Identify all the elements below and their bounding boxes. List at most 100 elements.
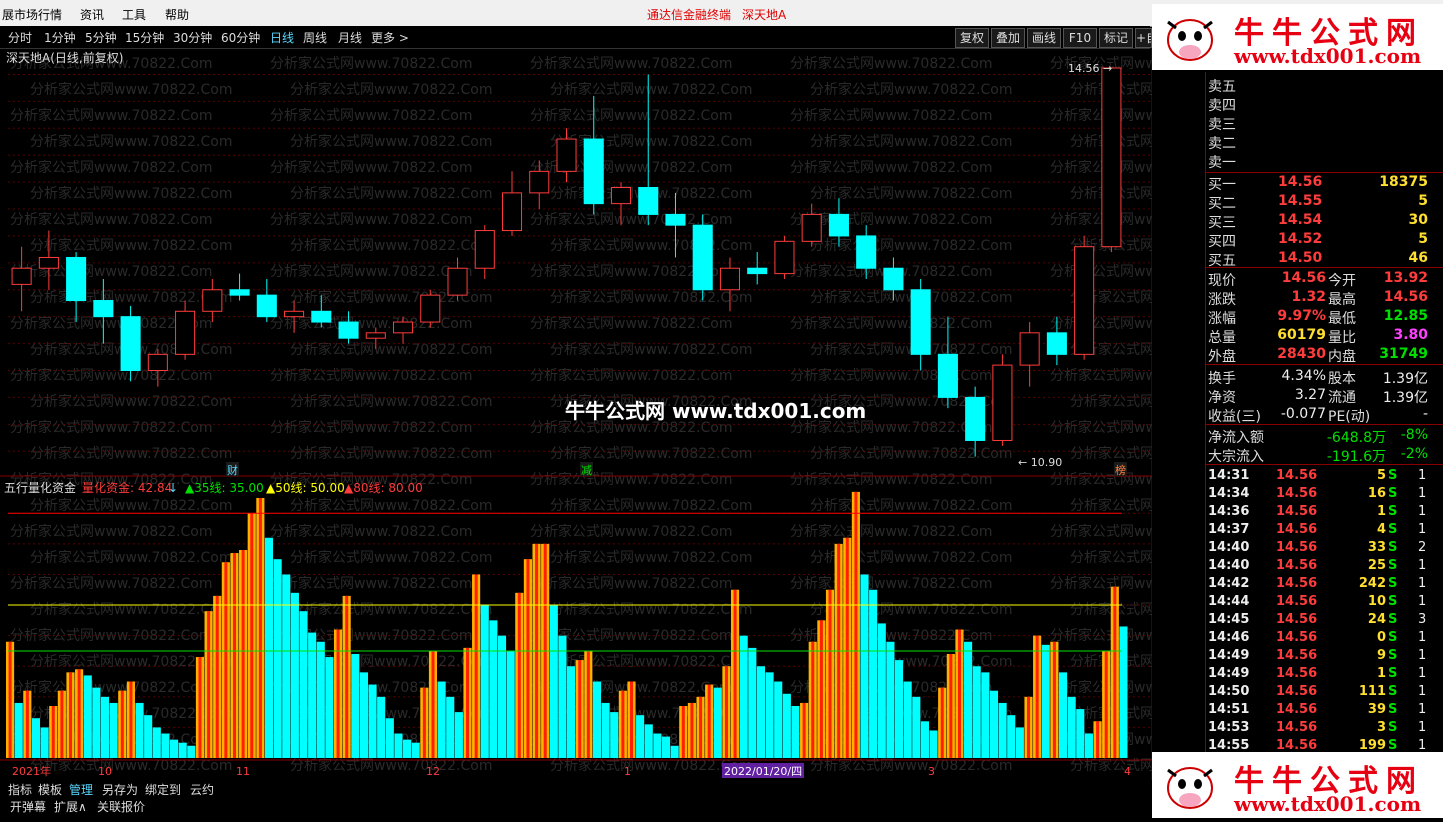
ad-banner-bottom[interactable]: 牛牛公式网 www.tdx001.com xyxy=(1152,752,1443,818)
buy-volume: 18375 xyxy=(1379,174,1428,190)
toggle-danmaku-button[interactable]: 开弹幕 xyxy=(10,798,46,815)
tab-indicator[interactable]: 指标 xyxy=(8,781,32,798)
candle-body xyxy=(311,310,332,323)
tick-time: 14:53 xyxy=(1208,720,1250,735)
indicator-bar xyxy=(756,666,766,758)
indicator-bar xyxy=(497,635,507,758)
tick-volume: 33 xyxy=(1367,540,1386,555)
menu-tools[interactable]: 工具 xyxy=(122,6,146,23)
flow-value: -191.6万 xyxy=(1326,449,1386,465)
tab-bind-to[interactable]: 绑定到 xyxy=(145,781,181,798)
candle-body xyxy=(883,267,904,291)
tick-row: 14:49 14.56 1 S 1 xyxy=(1206,666,1443,684)
stat-label: 换手 xyxy=(1208,371,1236,387)
candle-body xyxy=(66,256,87,302)
candle-body xyxy=(365,332,386,339)
period-monthly[interactable]: 月线 xyxy=(338,29,362,46)
watermark-text: 分析家公式网www.70822.Com xyxy=(550,237,752,254)
date-tick-label: 11 xyxy=(236,765,250,778)
kline-chart-area[interactable]: 分析家公式网www.70822.Com 分析家公式网www.70822.Com 分析… xyxy=(0,48,1152,780)
indicator-bar xyxy=(299,611,308,758)
buy-label: 买三 xyxy=(1208,215,1236,231)
period-weekly[interactable]: 周线 xyxy=(303,29,327,46)
f10-button[interactable]: F10 xyxy=(1063,28,1097,48)
period-fenshi[interactable]: 分时 xyxy=(8,29,32,46)
menu-news[interactable]: 资讯 xyxy=(80,6,104,23)
period-more[interactable]: 更多 > xyxy=(371,29,409,46)
cow-logo-icon xyxy=(1167,767,1213,809)
indicator-bar-stripe xyxy=(198,657,202,758)
candle-body xyxy=(393,321,414,334)
mark-button[interactable]: 标记 xyxy=(1099,28,1133,48)
indicator-bar-stripe xyxy=(586,650,590,758)
tick-time: 14:51 xyxy=(1208,702,1250,717)
period-15min[interactable]: 15分钟 xyxy=(125,29,164,46)
draw-button[interactable]: 画线 xyxy=(1027,28,1061,48)
indicator-bar-stripe xyxy=(60,690,64,758)
candle-body xyxy=(1046,332,1067,355)
watermark-text: 分析家公式网www.70822.Com xyxy=(530,575,732,592)
indicator-bar xyxy=(14,702,23,758)
indicator-bar xyxy=(282,574,291,758)
low-price-marker: ← 10.90 xyxy=(1018,456,1062,469)
fuquan-button[interactable]: 复权 xyxy=(955,28,989,48)
watermark-text: 分析家公式网www.70822.Com xyxy=(790,107,992,124)
tab-template[interactable]: 模板 xyxy=(38,781,62,798)
period-5min[interactable]: 5分钟 xyxy=(85,29,117,46)
date-tick-label: 3 xyxy=(928,765,935,778)
tab-save-as[interactable]: 另存为 xyxy=(102,781,138,798)
tick-row: 14:31 14.56 5 S 1 xyxy=(1206,468,1443,486)
indicator-bar-stripe xyxy=(630,681,634,758)
watermark-text: 分析家公式网www.70822.Com xyxy=(10,159,212,176)
ad-banner-top[interactable]: 牛牛公式网 www.tdx001.com xyxy=(1152,4,1443,70)
tab-cloud[interactable]: 云约 xyxy=(190,781,214,798)
buy-label: 买二 xyxy=(1208,196,1236,212)
candle-body xyxy=(665,213,686,226)
indicator-line80: ▲80线: 80.00 xyxy=(344,481,423,495)
stat-value: 14.56 xyxy=(1383,289,1428,305)
watermark-text: 分析家公式网www.70822.Com xyxy=(270,263,472,280)
watermark-text: 分析家公式网www.70822.Com xyxy=(30,289,232,306)
indicator-bar xyxy=(31,718,41,758)
period-30min[interactable]: 30分钟 xyxy=(173,29,212,46)
flow-label: 净流入额 xyxy=(1208,430,1264,446)
tick-volume: 10 xyxy=(1367,594,1386,609)
period-daily[interactable]: 日线 xyxy=(270,29,294,46)
buy-price: 14.52 xyxy=(1278,231,1323,247)
menu-market[interactable]: 展市场行情 xyxy=(2,6,62,23)
period-1min[interactable]: 1分钟 xyxy=(44,29,76,46)
tick-count: 1 xyxy=(1418,702,1427,717)
watermark-text: 分析家公式网www.70822.Com xyxy=(1050,159,1152,176)
indicator-bar-stripe xyxy=(724,666,728,758)
tick-row: 14:55 14.56 199 S 1 xyxy=(1206,738,1443,756)
indicator-bar xyxy=(454,712,463,758)
tab-manage[interactable]: 管理 xyxy=(69,781,93,798)
tick-count: 1 xyxy=(1418,630,1427,645)
candle-body xyxy=(120,316,141,371)
favorite-button[interactable]: +自 xyxy=(1135,28,1152,48)
stat-row: 收益(三) -0.077 PE(动) - xyxy=(1206,406,1443,425)
indicator-bar-stripe xyxy=(8,641,12,758)
tick-price: 14.56 xyxy=(1276,630,1318,645)
menu-help[interactable]: 帮助 xyxy=(165,6,189,23)
indicator-bar xyxy=(1084,733,1093,758)
overlay-button[interactable]: 叠加 xyxy=(991,28,1025,48)
ad-url: www.tdx001.com xyxy=(1234,44,1422,68)
candle-body xyxy=(583,138,604,205)
indicator-bar xyxy=(1067,696,1076,758)
indicator-bar xyxy=(912,696,921,758)
indicator-bar xyxy=(661,736,671,758)
period-60min[interactable]: 60分钟 xyxy=(221,29,260,46)
tick-time: 14:40 xyxy=(1208,558,1250,573)
indicator-bar xyxy=(748,647,757,758)
buy-volume: 30 xyxy=(1408,212,1428,228)
indicator-bar xyxy=(869,589,878,758)
related-quote-button[interactable]: 关联报价 xyxy=(97,798,145,815)
indicator-bar xyxy=(144,715,153,758)
candle-body xyxy=(202,289,223,312)
stat-value: -0.077 xyxy=(1280,406,1326,422)
tick-price: 14.56 xyxy=(1276,540,1318,555)
indicator-bar xyxy=(610,712,619,758)
buy-label: 买四 xyxy=(1208,234,1236,250)
expand-button[interactable]: 扩展∧ xyxy=(54,798,87,815)
